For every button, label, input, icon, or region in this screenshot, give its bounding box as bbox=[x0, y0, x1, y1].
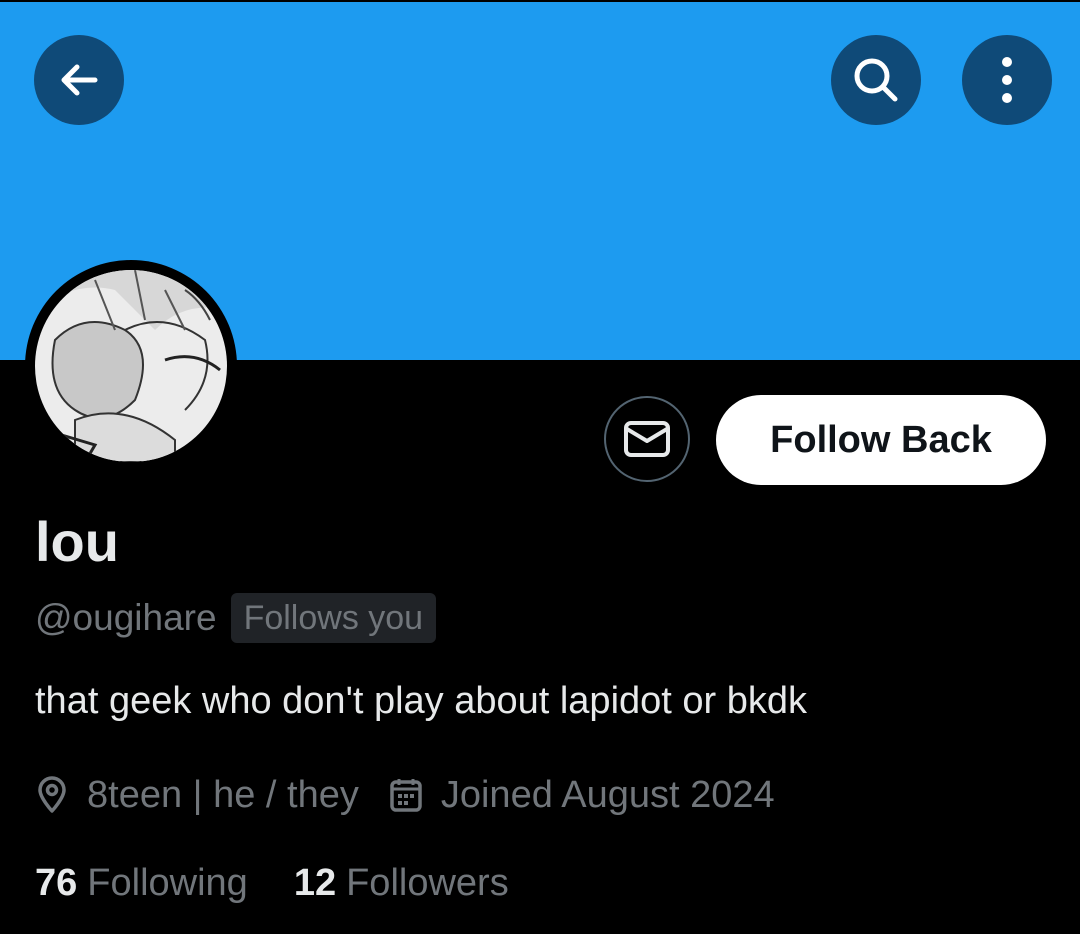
following-label: Following bbox=[87, 861, 248, 904]
search-button[interactable] bbox=[831, 35, 921, 125]
back-button[interactable] bbox=[34, 35, 124, 125]
mail-icon bbox=[624, 421, 670, 457]
follow-stats: 76 Following 12 Followers bbox=[35, 858, 509, 908]
joined-text: Joined August 2024 bbox=[440, 773, 775, 816]
followers-label: Followers bbox=[346, 861, 509, 904]
location-text: 8teen | he / they bbox=[87, 773, 359, 816]
handle-row: @ougihare Follows you bbox=[35, 592, 437, 644]
followers-count: 12 bbox=[293, 861, 337, 904]
followers-stat[interactable]: 12 Followers bbox=[294, 862, 509, 905]
display-name: lou bbox=[35, 510, 119, 573]
calendar-icon bbox=[389, 777, 423, 813]
search-icon bbox=[854, 58, 898, 102]
profile-bio: that geek who don't play about lapidot o… bbox=[35, 680, 808, 722]
following-count: 76 bbox=[35, 861, 78, 904]
arrow-left-icon bbox=[61, 64, 98, 96]
message-button[interactable] bbox=[604, 396, 690, 482]
more-options-button[interactable] bbox=[962, 35, 1052, 125]
location-item: 8teen | he / they bbox=[35, 774, 359, 817]
user-handle: @ougihare bbox=[35, 597, 217, 638]
follow-back-button[interactable]: Follow Back bbox=[716, 395, 1046, 485]
follows-you-badge: Follows you bbox=[230, 593, 437, 643]
following-stat[interactable]: 76 Following bbox=[35, 862, 248, 905]
profile-avatar[interactable] bbox=[25, 260, 237, 472]
profile-meta: 8teen | he / they Joined August 2024 bbox=[35, 768, 775, 822]
more-vertical-icon bbox=[1002, 57, 1012, 103]
joined-item: Joined August 2024 bbox=[389, 774, 775, 817]
location-pin-icon bbox=[35, 776, 69, 814]
manga-avatar-image bbox=[35, 270, 227, 462]
